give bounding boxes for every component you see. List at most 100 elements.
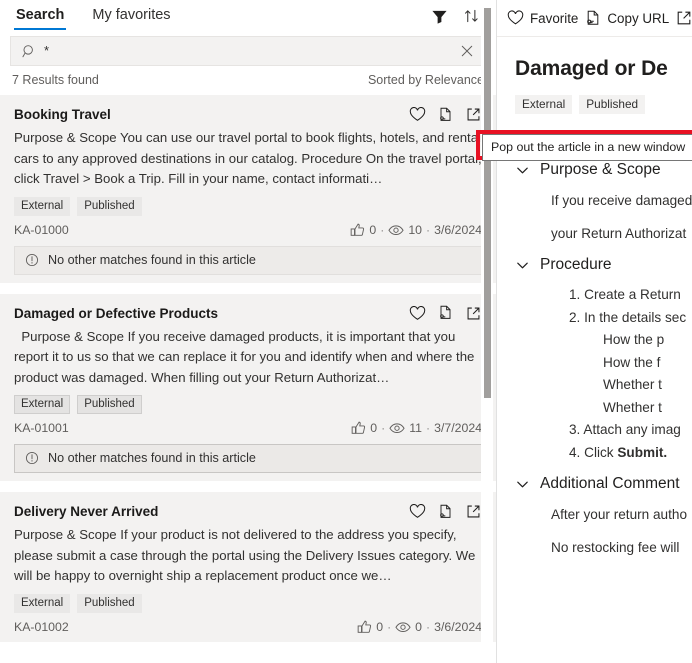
pop-out-icon[interactable] bbox=[465, 305, 482, 322]
result-card-header: Damaged or Defective Products bbox=[14, 304, 482, 323]
result-title[interactable]: Delivery Never Arrived bbox=[14, 502, 409, 521]
article-step: 1. Create a Return bbox=[569, 284, 692, 307]
pop-out-icon[interactable] bbox=[465, 106, 482, 123]
search-box[interactable] bbox=[10, 36, 486, 66]
heart-icon[interactable] bbox=[409, 503, 426, 520]
result-card-actions bbox=[409, 105, 482, 123]
eye-icon bbox=[388, 224, 404, 236]
tab-bar: Search My favorites bbox=[0, 0, 496, 32]
article-section-header[interactable]: Purpose & Scope bbox=[515, 161, 692, 179]
close-icon[interactable] bbox=[457, 41, 477, 61]
article-substep-text: How the p bbox=[603, 332, 665, 347]
result-article-number: KA-01002 bbox=[14, 619, 69, 634]
result-card-actions bbox=[409, 304, 482, 322]
article-steps: 1. Create a Return 2. In the details sec… bbox=[569, 284, 692, 464]
result-card-header: Delivery Never Arrived bbox=[14, 502, 482, 521]
meta-separator: · bbox=[426, 421, 431, 435]
result-card[interactable]: Delivery Never Arrived Purpose & Scope If… bbox=[0, 492, 496, 642]
article-toolbar: Favorite Copy URL bbox=[497, 0, 692, 37]
article-section-header[interactable]: Additional Comment bbox=[515, 475, 692, 493]
article-step-number: 1. bbox=[569, 287, 581, 302]
result-tags: External Published bbox=[14, 196, 482, 216]
heart-icon[interactable] bbox=[409, 305, 426, 322]
article-paragraph: No restocking fee will bbox=[551, 540, 680, 555]
meta-separator: · bbox=[426, 222, 431, 237]
search-input[interactable] bbox=[38, 37, 457, 65]
chevron-down-icon[interactable] bbox=[515, 477, 530, 492]
result-card[interactable]: Booking Travel Purpose & Scope You can us… bbox=[0, 95, 496, 283]
heart-icon bbox=[507, 10, 524, 26]
filter-icon[interactable] bbox=[426, 3, 452, 29]
copy-url-button[interactable]: Copy URL bbox=[585, 10, 669, 27]
results-list[interactable]: Booking Travel Purpose & Scope You can us… bbox=[0, 95, 496, 663]
no-matches-notice: No other matches found in this article bbox=[14, 245, 482, 275]
thumbs-up-icon bbox=[351, 421, 366, 435]
pop-out-button[interactable] bbox=[676, 10, 692, 26]
article-step-number: 2. bbox=[569, 309, 581, 325]
thumbs-up-icon bbox=[357, 620, 372, 634]
article-body: Damaged or De External Published Purpose… bbox=[497, 37, 692, 663]
article-step-text: Click bbox=[584, 444, 618, 460]
article-step: 2. In the details sec bbox=[569, 307, 692, 330]
copy-url-icon[interactable] bbox=[437, 106, 454, 123]
article-section: Procedure 1. Create a Return 2. In the de… bbox=[515, 256, 692, 464]
result-tag: Published bbox=[77, 395, 142, 414]
tab-search[interactable]: Search bbox=[14, 3, 67, 30]
article-section-heading: Purpose & Scope bbox=[540, 161, 661, 178]
result-stats: 0 · 10 · 3/6/2024 bbox=[350, 223, 482, 237]
article-substep-text: How the f bbox=[603, 354, 661, 370]
favorite-label: Favorite bbox=[530, 10, 579, 26]
article-step-bold: Submit. bbox=[617, 444, 668, 460]
article-substep: Whether t bbox=[603, 374, 692, 397]
view-count: 10 bbox=[408, 222, 423, 237]
result-stats: 0 · 11 · 3/7/2024 bbox=[351, 421, 482, 435]
meta-separator: · bbox=[381, 421, 386, 435]
chevron-down-icon[interactable] bbox=[515, 258, 530, 273]
sort-order-label[interactable]: Sorted by Relevance bbox=[368, 73, 484, 87]
article-section: Purpose & Scope If you receive damaged you… bbox=[515, 161, 692, 245]
result-meta: KA-01000 0 · 10 · 3/6/2024 bbox=[14, 223, 482, 237]
article-paragraph: If you receive damaged bbox=[551, 193, 692, 208]
meta-separator: · bbox=[426, 619, 431, 634]
article-section-heading: Procedure bbox=[540, 256, 612, 273]
no-matches-label: No other matches found in this article bbox=[48, 252, 256, 267]
article-detail-panel: Favorite Copy URL Damaged or De External… bbox=[497, 0, 692, 663]
copy-url-icon[interactable] bbox=[437, 503, 454, 520]
copy-url-icon[interactable] bbox=[437, 305, 454, 322]
article-sections: Purpose & Scope If you receive damaged you… bbox=[515, 161, 692, 559]
result-title[interactable]: Damaged or Defective Products bbox=[14, 304, 409, 323]
result-title[interactable]: Booking Travel bbox=[14, 105, 409, 124]
result-card[interactable]: Damaged or Defective Products Purpose & … bbox=[0, 293, 496, 481]
no-matches-notice: No other matches found in this article bbox=[14, 444, 482, 473]
result-tag: Published bbox=[77, 196, 142, 216]
result-tags: External Published bbox=[14, 593, 482, 613]
article-paragraph: your Return Authorizat bbox=[551, 226, 687, 241]
tab-my-favorites-label: My favorites bbox=[92, 6, 171, 23]
result-card-header: Booking Travel bbox=[14, 105, 482, 124]
article-step-text: Create a Return bbox=[584, 287, 681, 302]
article-step-number: 3. bbox=[569, 422, 581, 437]
results-count: 7 Results found bbox=[12, 73, 99, 87]
pop-out-icon[interactable] bbox=[465, 503, 482, 520]
eye-icon bbox=[395, 621, 411, 633]
article-substep: How the p bbox=[603, 329, 692, 352]
meta-separator: · bbox=[380, 222, 385, 237]
info-icon bbox=[25, 253, 39, 267]
article-section: Additional Comment After your return auth… bbox=[515, 475, 692, 559]
result-snippet: Purpose & Scope You can use our travel p… bbox=[14, 130, 482, 186]
heart-icon[interactable] bbox=[409, 106, 426, 123]
article-step-text: In the details sec bbox=[584, 309, 687, 325]
favorite-button[interactable]: Favorite bbox=[507, 10, 578, 26]
meta-separator: · bbox=[387, 619, 392, 634]
result-date: 3/6/2024 bbox=[434, 222, 482, 237]
like-count: 0 bbox=[370, 421, 378, 435]
tab-my-favorites[interactable]: My favorites bbox=[90, 3, 172, 30]
view-count: 11 bbox=[409, 421, 423, 435]
search-results-panel: Search My favorites * 7 Results found So… bbox=[0, 0, 497, 663]
chevron-down-icon[interactable] bbox=[515, 163, 530, 178]
results-scrollbar[interactable] bbox=[481, 0, 493, 663]
results-scrollbar-thumb[interactable] bbox=[484, 8, 491, 398]
info-icon bbox=[25, 451, 39, 465]
article-section-header[interactable]: Procedure bbox=[515, 256, 692, 274]
article-substep-text: Whether t bbox=[603, 399, 662, 415]
